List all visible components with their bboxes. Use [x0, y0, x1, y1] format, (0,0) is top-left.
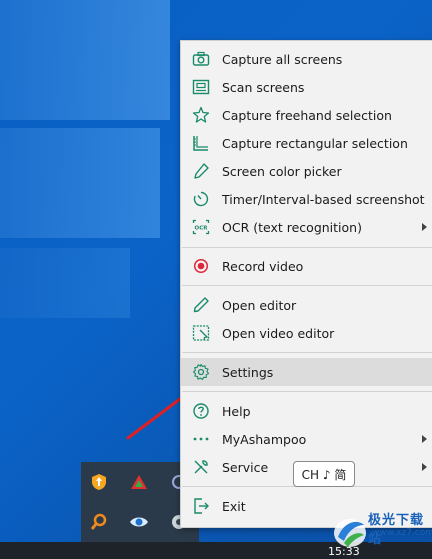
exit-icon [191, 496, 211, 516]
menu-item-record-video[interactable]: Record video [181, 252, 432, 280]
menu-item-capture-all-screens[interactable]: Capture all screens [181, 45, 432, 73]
timer-icon [191, 189, 211, 209]
wallpaper-pane [0, 0, 170, 120]
ruler-icon [191, 133, 211, 153]
ime-indicator[interactable]: CH ♪ 简 [293, 461, 355, 487]
menu-item-ocr[interactable]: OCR OCR (text recognition) [181, 213, 432, 241]
triangle-app-icon[interactable] [129, 472, 149, 492]
menu-item-freehand-selection[interactable]: Capture freehand selection [181, 101, 432, 129]
record-icon [191, 256, 211, 276]
menu-separator [182, 391, 432, 392]
dots-icon [191, 429, 211, 449]
menu-item-color-picker[interactable]: Screen color picker [181, 157, 432, 185]
ocr-icon: OCR [191, 217, 211, 237]
submenu-arrow-icon [422, 223, 427, 231]
menu-item-scan-screens[interactable]: Scan screens [181, 73, 432, 101]
tools-icon [191, 457, 211, 477]
gear-icon [191, 362, 211, 382]
svg-text:OCR: OCR [195, 226, 209, 232]
pencil-icon [191, 295, 211, 315]
menu-separator [182, 285, 432, 286]
wallpaper-pane [0, 248, 130, 318]
scan-screens-icon [191, 77, 211, 97]
shield-icon[interactable] [89, 472, 109, 492]
menu-item-timer-screenshot[interactable]: Timer/Interval-based screenshot [181, 185, 432, 213]
menu-item-settings[interactable]: Settings [181, 358, 432, 386]
context-menu: Capture all screens Scan screens Capture… [180, 40, 432, 528]
menu-item-open-video-editor[interactable]: Open video editor [181, 319, 432, 347]
wallpaper-pane [0, 128, 160, 238]
submenu-arrow-icon [422, 463, 427, 471]
menu-item-myashampoo[interactable]: MyAshampoo [181, 425, 432, 453]
menu-item-help[interactable]: Help [181, 397, 432, 425]
video-editor-icon [191, 323, 211, 343]
menu-separator [182, 247, 432, 248]
watermark-url: www.xz7.com [372, 528, 432, 538]
help-icon [191, 401, 211, 421]
search-tray-icon[interactable] [89, 512, 109, 532]
menu-item-open-editor[interactable]: Open editor [181, 291, 432, 319]
eyedropper-icon [191, 161, 211, 181]
eye-icon[interactable] [129, 512, 149, 532]
menu-separator [182, 352, 432, 353]
camera-icon [191, 49, 211, 69]
menu-item-rectangular-selection[interactable]: Capture rectangular selection [181, 129, 432, 157]
freehand-star-icon [191, 105, 211, 125]
submenu-arrow-icon [422, 435, 427, 443]
